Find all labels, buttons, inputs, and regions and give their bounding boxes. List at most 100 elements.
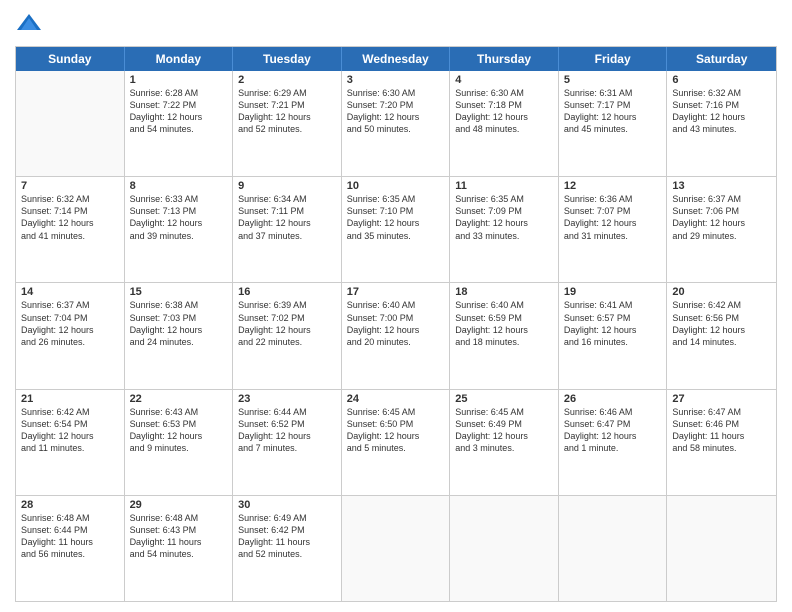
day-number: 30 — [238, 499, 336, 511]
day-number: 4 — [455, 74, 553, 86]
calendar-cell — [559, 496, 668, 601]
day-number: 2 — [238, 74, 336, 86]
day-info: Sunrise: 6:47 AM Sunset: 6:46 PM Dayligh… — [672, 406, 771, 455]
logo — [15, 10, 47, 38]
day-number: 8 — [130, 180, 228, 192]
header-day-saturday: Saturday — [667, 47, 776, 71]
calendar-cell — [342, 496, 451, 601]
day-number: 6 — [672, 74, 771, 86]
calendar-body: 1Sunrise: 6:28 AM Sunset: 7:22 PM Daylig… — [16, 71, 776, 601]
calendar-header: SundayMondayTuesdayWednesdayThursdayFrid… — [16, 47, 776, 71]
day-info: Sunrise: 6:44 AM Sunset: 6:52 PM Dayligh… — [238, 406, 336, 455]
calendar-cell: 14Sunrise: 6:37 AM Sunset: 7:04 PM Dayli… — [16, 283, 125, 388]
calendar-cell: 3Sunrise: 6:30 AM Sunset: 7:20 PM Daylig… — [342, 71, 451, 176]
day-number: 10 — [347, 180, 445, 192]
calendar-cell: 12Sunrise: 6:36 AM Sunset: 7:07 PM Dayli… — [559, 177, 668, 282]
calendar-week-3: 21Sunrise: 6:42 AM Sunset: 6:54 PM Dayli… — [16, 390, 776, 496]
day-info: Sunrise: 6:35 AM Sunset: 7:09 PM Dayligh… — [455, 193, 553, 242]
calendar-cell: 4Sunrise: 6:30 AM Sunset: 7:18 PM Daylig… — [450, 71, 559, 176]
day-info: Sunrise: 6:30 AM Sunset: 7:20 PM Dayligh… — [347, 87, 445, 136]
day-info: Sunrise: 6:38 AM Sunset: 7:03 PM Dayligh… — [130, 299, 228, 348]
calendar-cell: 29Sunrise: 6:48 AM Sunset: 6:43 PM Dayli… — [125, 496, 234, 601]
day-info: Sunrise: 6:30 AM Sunset: 7:18 PM Dayligh… — [455, 87, 553, 136]
calendar-cell: 7Sunrise: 6:32 AM Sunset: 7:14 PM Daylig… — [16, 177, 125, 282]
day-number: 23 — [238, 393, 336, 405]
day-info: Sunrise: 6:36 AM Sunset: 7:07 PM Dayligh… — [564, 193, 662, 242]
calendar-week-0: 1Sunrise: 6:28 AM Sunset: 7:22 PM Daylig… — [16, 71, 776, 177]
calendar-cell — [667, 496, 776, 601]
calendar-cell: 6Sunrise: 6:32 AM Sunset: 7:16 PM Daylig… — [667, 71, 776, 176]
day-info: Sunrise: 6:45 AM Sunset: 6:50 PM Dayligh… — [347, 406, 445, 455]
day-number: 22 — [130, 393, 228, 405]
day-info: Sunrise: 6:49 AM Sunset: 6:42 PM Dayligh… — [238, 512, 336, 561]
calendar-cell: 22Sunrise: 6:43 AM Sunset: 6:53 PM Dayli… — [125, 390, 234, 495]
day-info: Sunrise: 6:42 AM Sunset: 6:54 PM Dayligh… — [21, 406, 119, 455]
calendar-cell: 21Sunrise: 6:42 AM Sunset: 6:54 PM Dayli… — [16, 390, 125, 495]
day-info: Sunrise: 6:46 AM Sunset: 6:47 PM Dayligh… — [564, 406, 662, 455]
day-number: 21 — [21, 393, 119, 405]
header — [15, 10, 777, 38]
day-number: 18 — [455, 286, 553, 298]
header-day-tuesday: Tuesday — [233, 47, 342, 71]
calendar-cell: 8Sunrise: 6:33 AM Sunset: 7:13 PM Daylig… — [125, 177, 234, 282]
day-info: Sunrise: 6:41 AM Sunset: 6:57 PM Dayligh… — [564, 299, 662, 348]
calendar-cell: 24Sunrise: 6:45 AM Sunset: 6:50 PM Dayli… — [342, 390, 451, 495]
day-info: Sunrise: 6:32 AM Sunset: 7:14 PM Dayligh… — [21, 193, 119, 242]
day-number: 28 — [21, 499, 119, 511]
day-info: Sunrise: 6:34 AM Sunset: 7:11 PM Dayligh… — [238, 193, 336, 242]
day-number: 24 — [347, 393, 445, 405]
calendar-cell: 26Sunrise: 6:46 AM Sunset: 6:47 PM Dayli… — [559, 390, 668, 495]
day-number: 20 — [672, 286, 771, 298]
day-info: Sunrise: 6:29 AM Sunset: 7:21 PM Dayligh… — [238, 87, 336, 136]
calendar-week-4: 28Sunrise: 6:48 AM Sunset: 6:44 PM Dayli… — [16, 496, 776, 601]
calendar-cell: 11Sunrise: 6:35 AM Sunset: 7:09 PM Dayli… — [450, 177, 559, 282]
day-number: 19 — [564, 286, 662, 298]
day-number: 9 — [238, 180, 336, 192]
day-number: 13 — [672, 180, 771, 192]
calendar-cell: 20Sunrise: 6:42 AM Sunset: 6:56 PM Dayli… — [667, 283, 776, 388]
day-info: Sunrise: 6:37 AM Sunset: 7:06 PM Dayligh… — [672, 193, 771, 242]
calendar-cell: 10Sunrise: 6:35 AM Sunset: 7:10 PM Dayli… — [342, 177, 451, 282]
day-info: Sunrise: 6:31 AM Sunset: 7:17 PM Dayligh… — [564, 87, 662, 136]
calendar-cell — [450, 496, 559, 601]
day-info: Sunrise: 6:48 AM Sunset: 6:43 PM Dayligh… — [130, 512, 228, 561]
day-number: 7 — [21, 180, 119, 192]
day-info: Sunrise: 6:40 AM Sunset: 6:59 PM Dayligh… — [455, 299, 553, 348]
logo-icon — [15, 10, 43, 38]
day-info: Sunrise: 6:32 AM Sunset: 7:16 PM Dayligh… — [672, 87, 771, 136]
calendar-week-2: 14Sunrise: 6:37 AM Sunset: 7:04 PM Dayli… — [16, 283, 776, 389]
calendar-cell: 1Sunrise: 6:28 AM Sunset: 7:22 PM Daylig… — [125, 71, 234, 176]
header-day-wednesday: Wednesday — [342, 47, 451, 71]
header-day-monday: Monday — [125, 47, 234, 71]
day-number: 17 — [347, 286, 445, 298]
day-info: Sunrise: 6:48 AM Sunset: 6:44 PM Dayligh… — [21, 512, 119, 561]
day-number: 29 — [130, 499, 228, 511]
calendar: SundayMondayTuesdayWednesdayThursdayFrid… — [15, 46, 777, 602]
header-day-thursday: Thursday — [450, 47, 559, 71]
calendar-cell — [16, 71, 125, 176]
calendar-cell: 2Sunrise: 6:29 AM Sunset: 7:21 PM Daylig… — [233, 71, 342, 176]
calendar-cell: 5Sunrise: 6:31 AM Sunset: 7:17 PM Daylig… — [559, 71, 668, 176]
day-number: 14 — [21, 286, 119, 298]
day-number: 1 — [130, 74, 228, 86]
day-number: 27 — [672, 393, 771, 405]
day-number: 3 — [347, 74, 445, 86]
day-number: 25 — [455, 393, 553, 405]
day-info: Sunrise: 6:43 AM Sunset: 6:53 PM Dayligh… — [130, 406, 228, 455]
header-day-friday: Friday — [559, 47, 668, 71]
calendar-cell: 19Sunrise: 6:41 AM Sunset: 6:57 PM Dayli… — [559, 283, 668, 388]
calendar-cell: 25Sunrise: 6:45 AM Sunset: 6:49 PM Dayli… — [450, 390, 559, 495]
day-number: 5 — [564, 74, 662, 86]
calendar-cell: 28Sunrise: 6:48 AM Sunset: 6:44 PM Dayli… — [16, 496, 125, 601]
calendar-cell: 30Sunrise: 6:49 AM Sunset: 6:42 PM Dayli… — [233, 496, 342, 601]
calendar-cell: 18Sunrise: 6:40 AM Sunset: 6:59 PM Dayli… — [450, 283, 559, 388]
day-number: 15 — [130, 286, 228, 298]
day-number: 26 — [564, 393, 662, 405]
calendar-cell: 13Sunrise: 6:37 AM Sunset: 7:06 PM Dayli… — [667, 177, 776, 282]
day-info: Sunrise: 6:35 AM Sunset: 7:10 PM Dayligh… — [347, 193, 445, 242]
calendar-cell: 27Sunrise: 6:47 AM Sunset: 6:46 PM Dayli… — [667, 390, 776, 495]
calendar-cell: 17Sunrise: 6:40 AM Sunset: 7:00 PM Dayli… — [342, 283, 451, 388]
calendar-cell: 23Sunrise: 6:44 AM Sunset: 6:52 PM Dayli… — [233, 390, 342, 495]
day-info: Sunrise: 6:39 AM Sunset: 7:02 PM Dayligh… — [238, 299, 336, 348]
day-info: Sunrise: 6:42 AM Sunset: 6:56 PM Dayligh… — [672, 299, 771, 348]
